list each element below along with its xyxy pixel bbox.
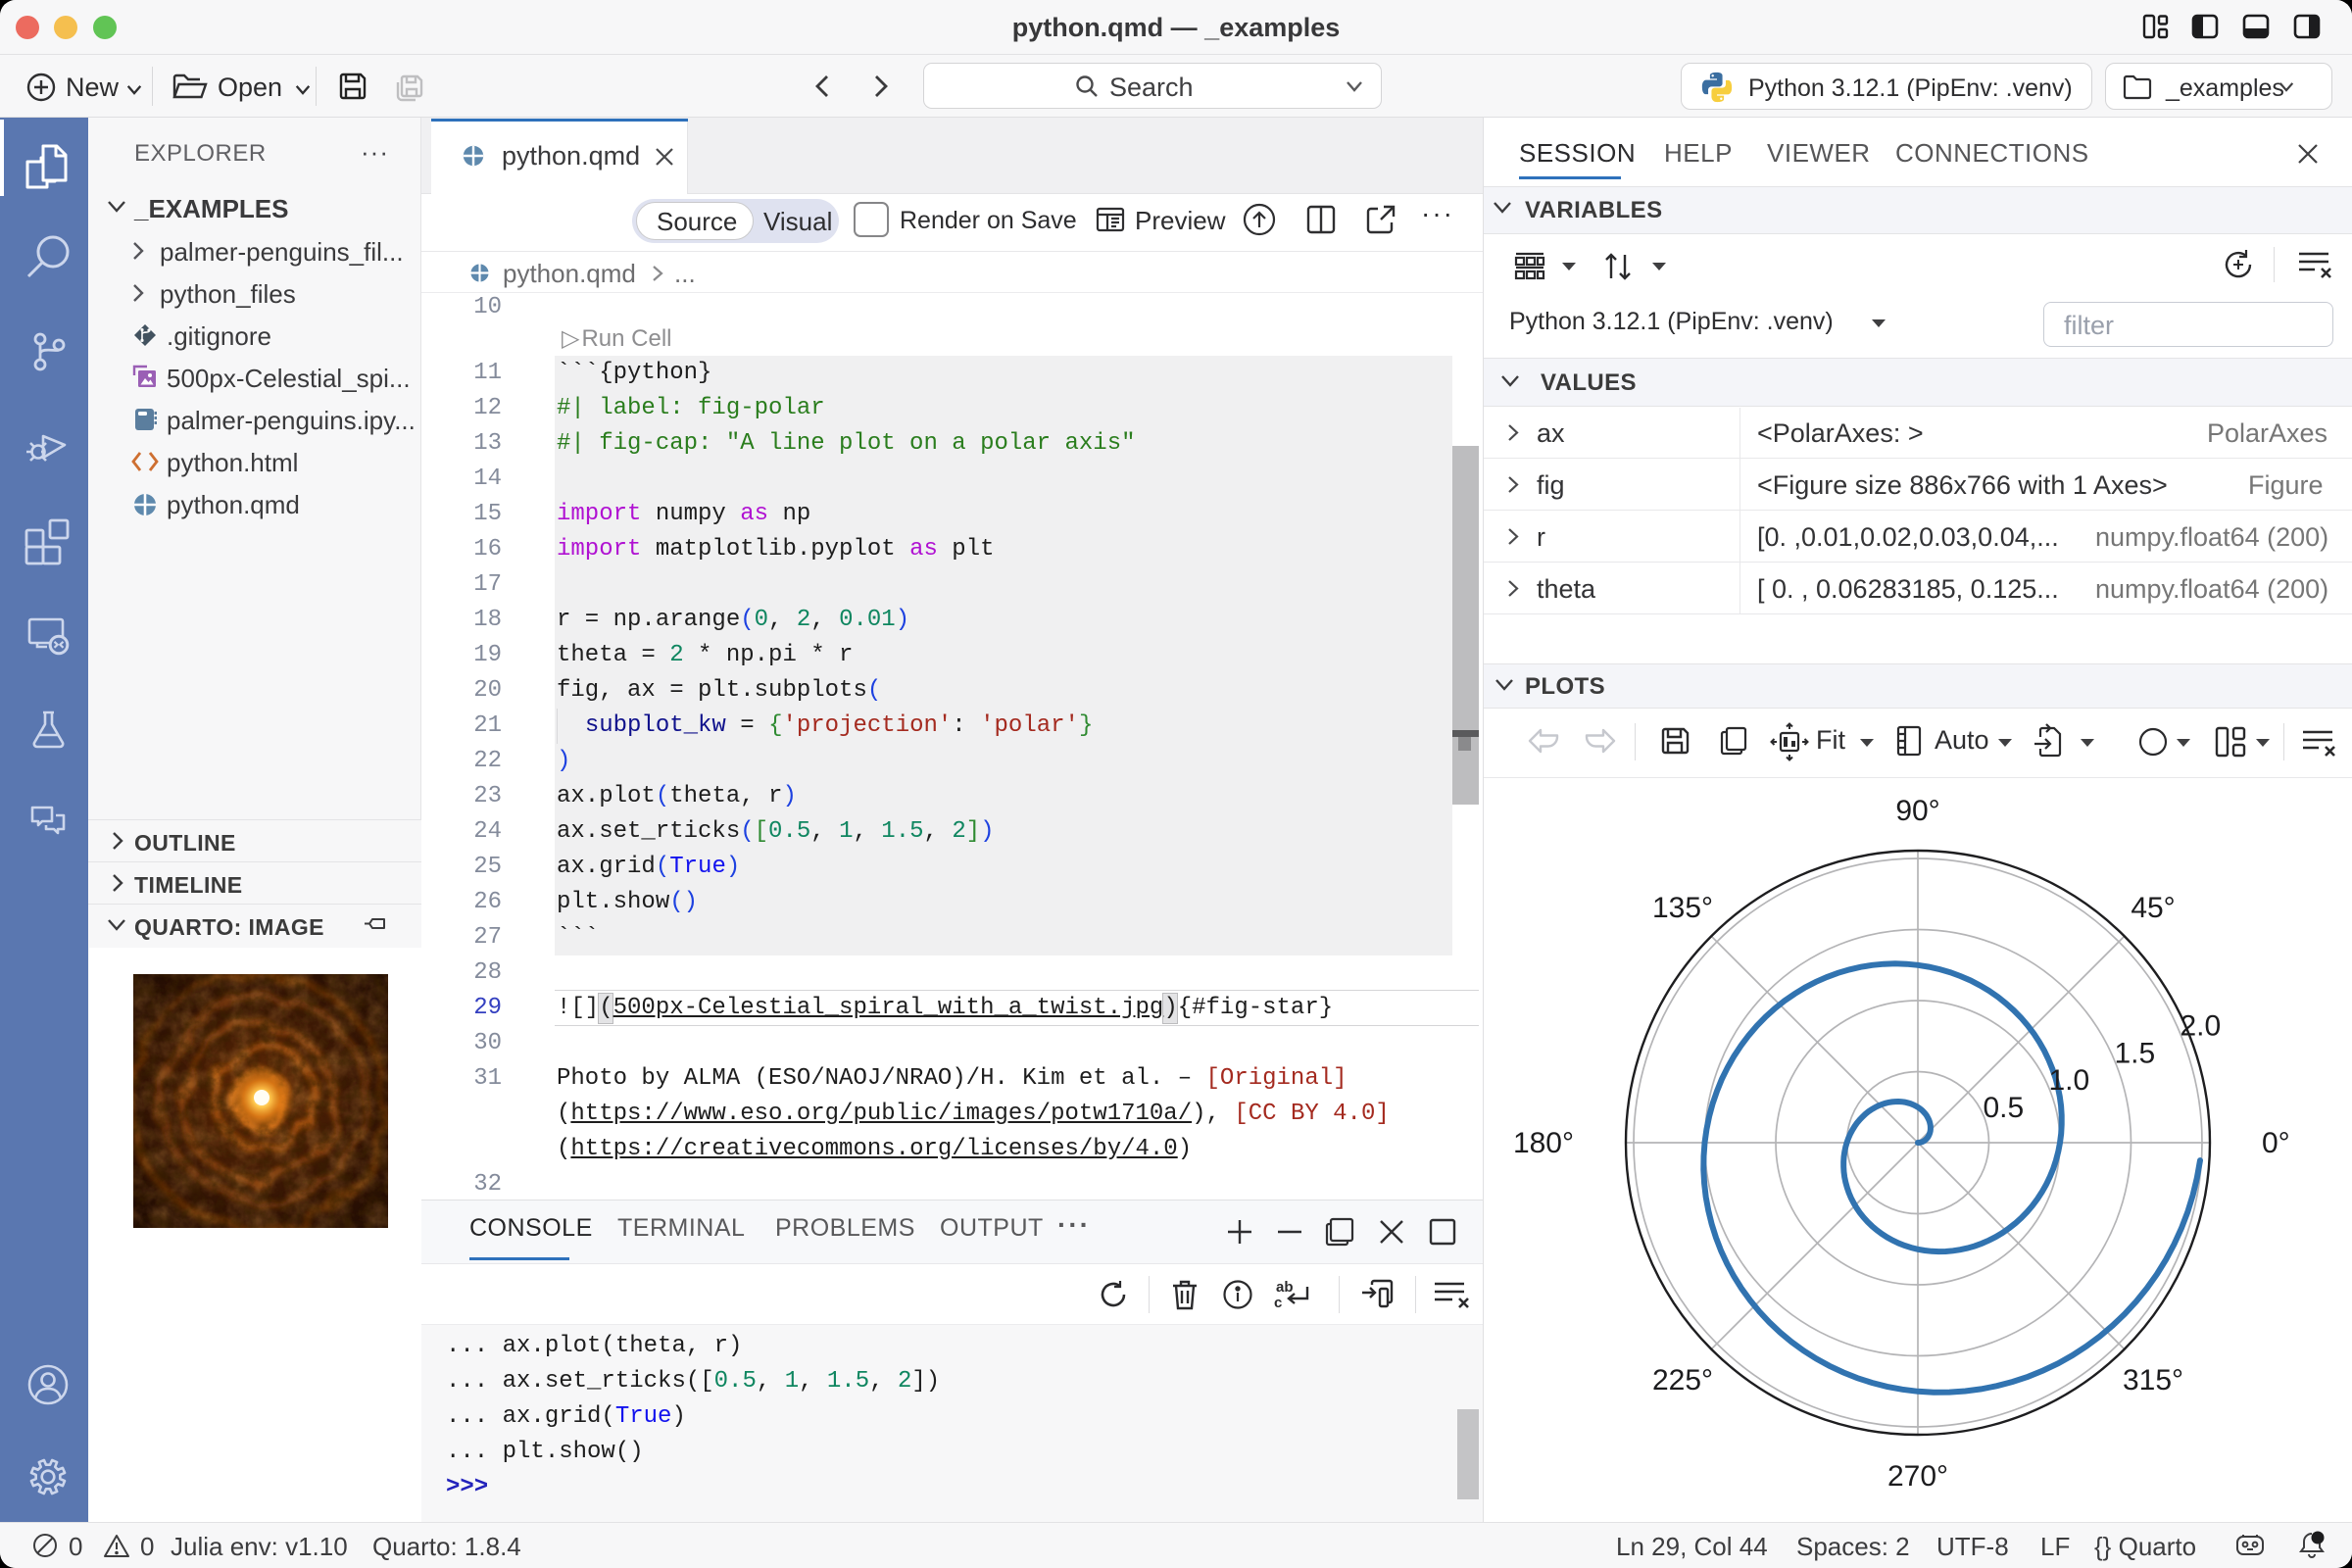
svg-text:315°: 315° bbox=[2123, 1364, 2183, 1396]
svg-text:ab: ab bbox=[1276, 1279, 1294, 1296]
svg-text:0.5: 0.5 bbox=[1983, 1092, 2024, 1124]
svg-text:2.0: 2.0 bbox=[2180, 1010, 2221, 1043]
svg-text:90°: 90° bbox=[1895, 795, 1939, 827]
svg-text:45°: 45° bbox=[2131, 892, 2175, 924]
svg-text:c: c bbox=[1274, 1295, 1282, 1311]
svg-text:135°: 135° bbox=[1652, 892, 1713, 924]
svg-text:0°: 0° bbox=[2262, 1127, 2290, 1159]
svg-text:1.5: 1.5 bbox=[2114, 1037, 2155, 1069]
svg-text:270°: 270° bbox=[1887, 1460, 1948, 1493]
svg-text:1.0: 1.0 bbox=[2048, 1064, 2089, 1097]
svg-text:180°: 180° bbox=[1513, 1127, 1574, 1159]
svg-text:225°: 225° bbox=[1652, 1364, 1713, 1396]
